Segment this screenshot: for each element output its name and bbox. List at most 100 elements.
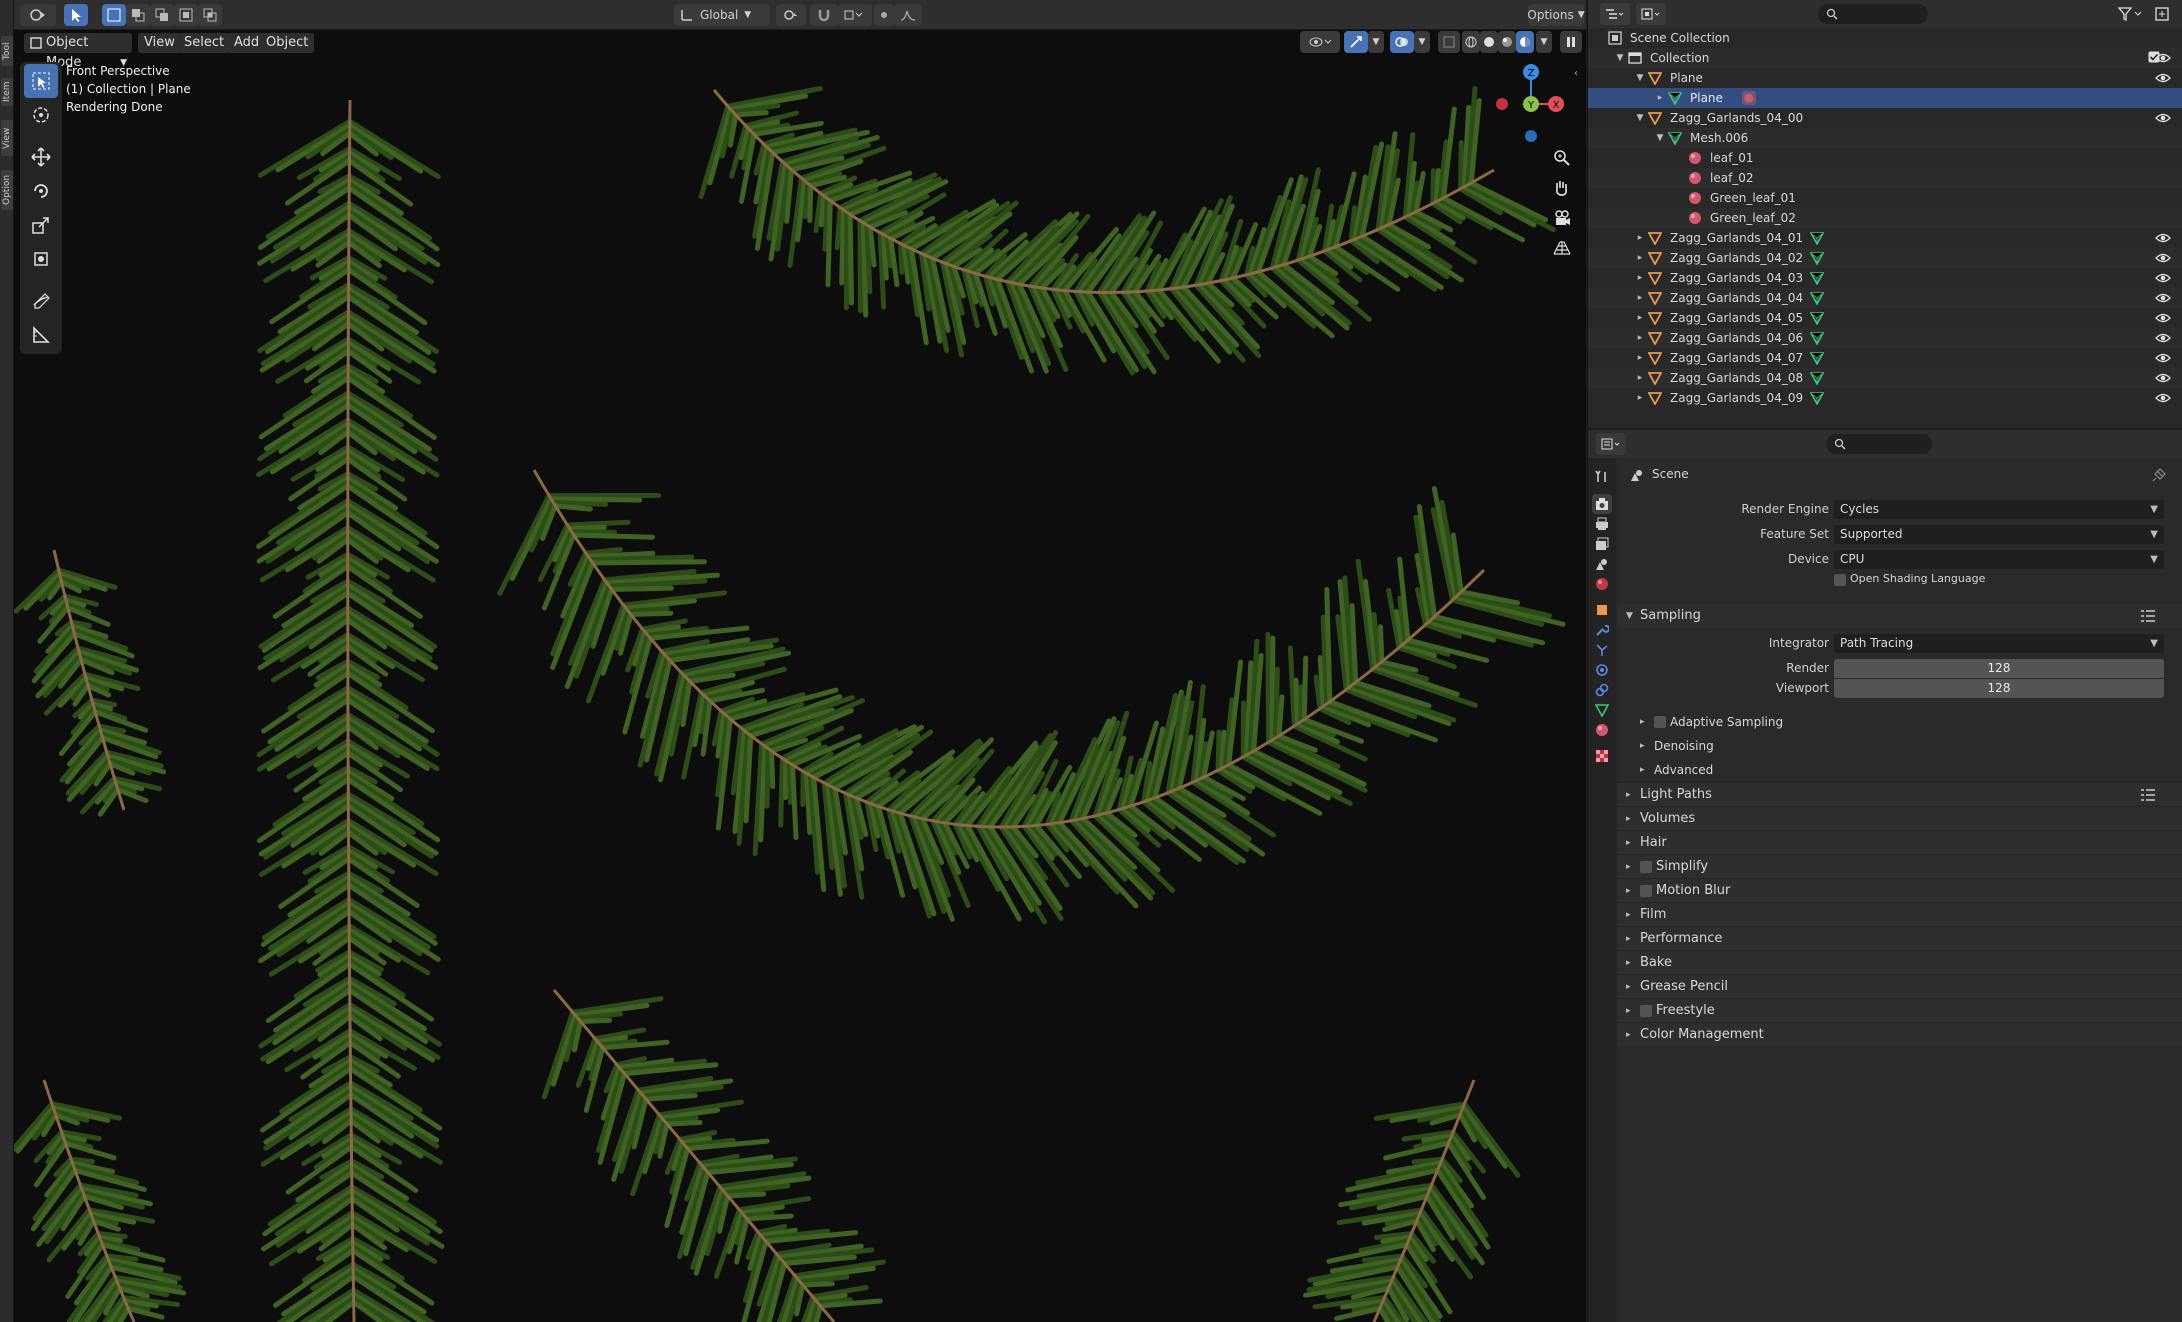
adaptive-sampling-checkbox[interactable]	[1654, 716, 1666, 728]
feature-set-dropdown[interactable]: Supported ▼	[1834, 525, 2164, 544]
tab-item[interactable]: Item	[1, 78, 13, 106]
shading-solid-button[interactable]	[1480, 31, 1498, 53]
options-dropdown[interactable]: Options ▼	[1527, 4, 1585, 26]
select-mode-subtract-button[interactable]	[150, 4, 174, 26]
visibility-eye-icon[interactable]	[2155, 51, 2171, 65]
expand-right-icon[interactable]: ▸	[1634, 268, 1646, 288]
outliner-row[interactable]: ▸ Zagg_Garlands_04_07	[1588, 348, 2182, 368]
outliner-row[interactable]: ▼ Plane	[1588, 68, 2182, 88]
tab-output[interactable]	[1592, 514, 1612, 534]
outliner-editor-type-button[interactable]	[1600, 3, 1630, 25]
tab-world[interactable]	[1592, 574, 1612, 594]
tab-object[interactable]	[1592, 600, 1612, 620]
render-samples-field[interactable]: 128	[1834, 659, 2164, 678]
pan-button[interactable]	[1552, 178, 1572, 198]
visibility-eye-icon[interactable]	[2155, 291, 2171, 305]
preset-list-icon[interactable]	[2141, 789, 2155, 801]
panel-freestyle[interactable]: ▸ Freestyle	[1618, 998, 2182, 1022]
select-mode-invert-button[interactable]	[174, 4, 198, 26]
viewport-samples-field[interactable]: 128	[1834, 679, 2164, 698]
display-mode-dropdown[interactable]	[1636, 3, 1666, 25]
tool-annotate[interactable]	[24, 284, 58, 318]
denoising-subpanel[interactable]: ▸ Denoising	[1618, 734, 2182, 758]
panel-hair[interactable]: ▸ Hair	[1618, 830, 2182, 854]
filter-button[interactable]	[2118, 6, 2144, 22]
gizmo-toggle-button[interactable]	[1344, 31, 1368, 53]
outliner-row[interactable]: ▸ Zagg_Garlands_04_09	[1588, 388, 2182, 408]
properties-editor-type-button[interactable]	[1596, 433, 1626, 455]
expand-right-icon[interactable]: ▸	[1634, 388, 1646, 408]
zoom-button[interactable]	[1552, 148, 1572, 168]
preset-list-icon[interactable]	[2141, 610, 2155, 622]
expand-down-icon[interactable]: ▼	[1654, 128, 1666, 148]
adaptive-sampling-subpanel[interactable]: ▸ Adaptive Sampling	[1618, 710, 2182, 734]
panel-performance[interactable]: ▸ Performance	[1618, 926, 2182, 950]
select-mode-new-button[interactable]	[102, 4, 126, 26]
falloff-dropdown[interactable]	[894, 4, 922, 26]
expand-down-icon[interactable]: ▼	[1634, 68, 1646, 88]
pivot-point-button[interactable]	[776, 4, 806, 26]
visibility-eye-icon[interactable]	[2155, 111, 2171, 125]
select-mode-intersect-button[interactable]	[198, 4, 222, 26]
panel-enable-checkbox[interactable]	[1640, 1005, 1652, 1017]
expand-down-icon[interactable]: ▼	[1614, 48, 1626, 68]
menu-view[interactable]: View	[138, 33, 181, 53]
tab-render[interactable]	[1592, 494, 1612, 514]
tab-constraints[interactable]	[1592, 680, 1612, 700]
outliner-row[interactable]: ▸ Zagg_Garlands_04_05	[1588, 308, 2182, 328]
3d-viewport[interactable]	[14, 30, 1586, 1322]
visibility-eye-icon[interactable]	[2155, 311, 2171, 325]
new-collection-button[interactable]	[2154, 6, 2170, 22]
visibility-eye-icon[interactable]	[2155, 331, 2171, 345]
expand-right-icon[interactable]: ▸	[1634, 348, 1646, 368]
tab-material[interactable]	[1592, 720, 1612, 740]
panel-motion-blur[interactable]: ▸ Motion Blur	[1618, 878, 2182, 902]
panel-enable-checkbox[interactable]	[1640, 885, 1652, 897]
outliner-row[interactable]: ▸ Zagg_Garlands_04_08	[1588, 368, 2182, 388]
shading-dropdown[interactable]: ▼	[1536, 31, 1552, 53]
expand-right-icon[interactable]: ▸	[1634, 248, 1646, 268]
expand-right-icon[interactable]: ▸	[1654, 88, 1666, 108]
pause-render-button[interactable]	[1560, 31, 1582, 53]
panel-simplify[interactable]: ▸ Simplify	[1618, 854, 2182, 878]
select-tool-button[interactable]	[64, 4, 88, 26]
xray-toggle-button[interactable]	[1438, 31, 1460, 53]
gizmo-dropdown[interactable]: ▼	[1368, 31, 1384, 53]
tab-particles[interactable]	[1592, 640, 1612, 660]
device-dropdown[interactable]: CPU ▼	[1834, 550, 2164, 569]
outliner-row[interactable]: Scene Collection	[1588, 28, 2182, 48]
overlay-toggle-button[interactable]	[1390, 31, 1414, 53]
outliner-row[interactable]: ▸ Zagg_Garlands_04_01	[1588, 228, 2182, 248]
outliner-row[interactable]: Green_leaf_02	[1588, 208, 2182, 228]
outliner-row[interactable]: ▼ Collection	[1588, 48, 2182, 68]
transform-orientation-dropdown[interactable]: Global ▼	[674, 4, 770, 26]
expand-right-icon[interactable]: ▸	[1634, 328, 1646, 348]
expand-right-icon[interactable]: ▸	[1634, 288, 1646, 308]
expand-right-icon[interactable]: ▸	[1634, 368, 1646, 388]
render-engine-dropdown[interactable]: Cycles ▼	[1834, 500, 2164, 519]
shading-rendered-button[interactable]	[1516, 31, 1534, 53]
object-mode-dropdown[interactable]: Object Mode ▼	[24, 33, 132, 70]
snap-toggle-button[interactable]	[810, 4, 838, 26]
panel-color-management[interactable]: ▸ Color Management	[1618, 1022, 2182, 1046]
pin-icon[interactable]	[2152, 468, 2166, 482]
advanced-subpanel[interactable]: ▸ Advanced	[1618, 758, 2182, 782]
tool-move[interactable]	[24, 140, 58, 174]
outliner-row[interactable]: Green_leaf_01	[1588, 188, 2182, 208]
shading-wireframe-button[interactable]	[1462, 31, 1480, 53]
tab-view-layer[interactable]	[1592, 534, 1612, 554]
camera-view-button[interactable]	[1552, 208, 1572, 228]
tool-cursor[interactable]	[24, 98, 58, 132]
tab-texture[interactable]	[1592, 746, 1612, 766]
panel-enable-checkbox[interactable]	[1640, 861, 1652, 873]
shading-material-button[interactable]	[1498, 31, 1516, 53]
tool-rotate[interactable]	[24, 174, 58, 208]
outliner-row[interactable]: ▼ Zagg_Garlands_04_00	[1588, 108, 2182, 128]
outliner-search-input[interactable]	[1818, 4, 1928, 24]
tool-measure[interactable]	[24, 318, 58, 352]
panel-film[interactable]: ▸ Film	[1618, 902, 2182, 926]
snap-target-dropdown[interactable]	[838, 4, 872, 26]
sampling-panel-header[interactable]: ▼ Sampling	[1618, 604, 2182, 628]
tab-modifiers[interactable]	[1592, 620, 1612, 640]
visibility-eye-icon[interactable]	[2155, 371, 2171, 385]
